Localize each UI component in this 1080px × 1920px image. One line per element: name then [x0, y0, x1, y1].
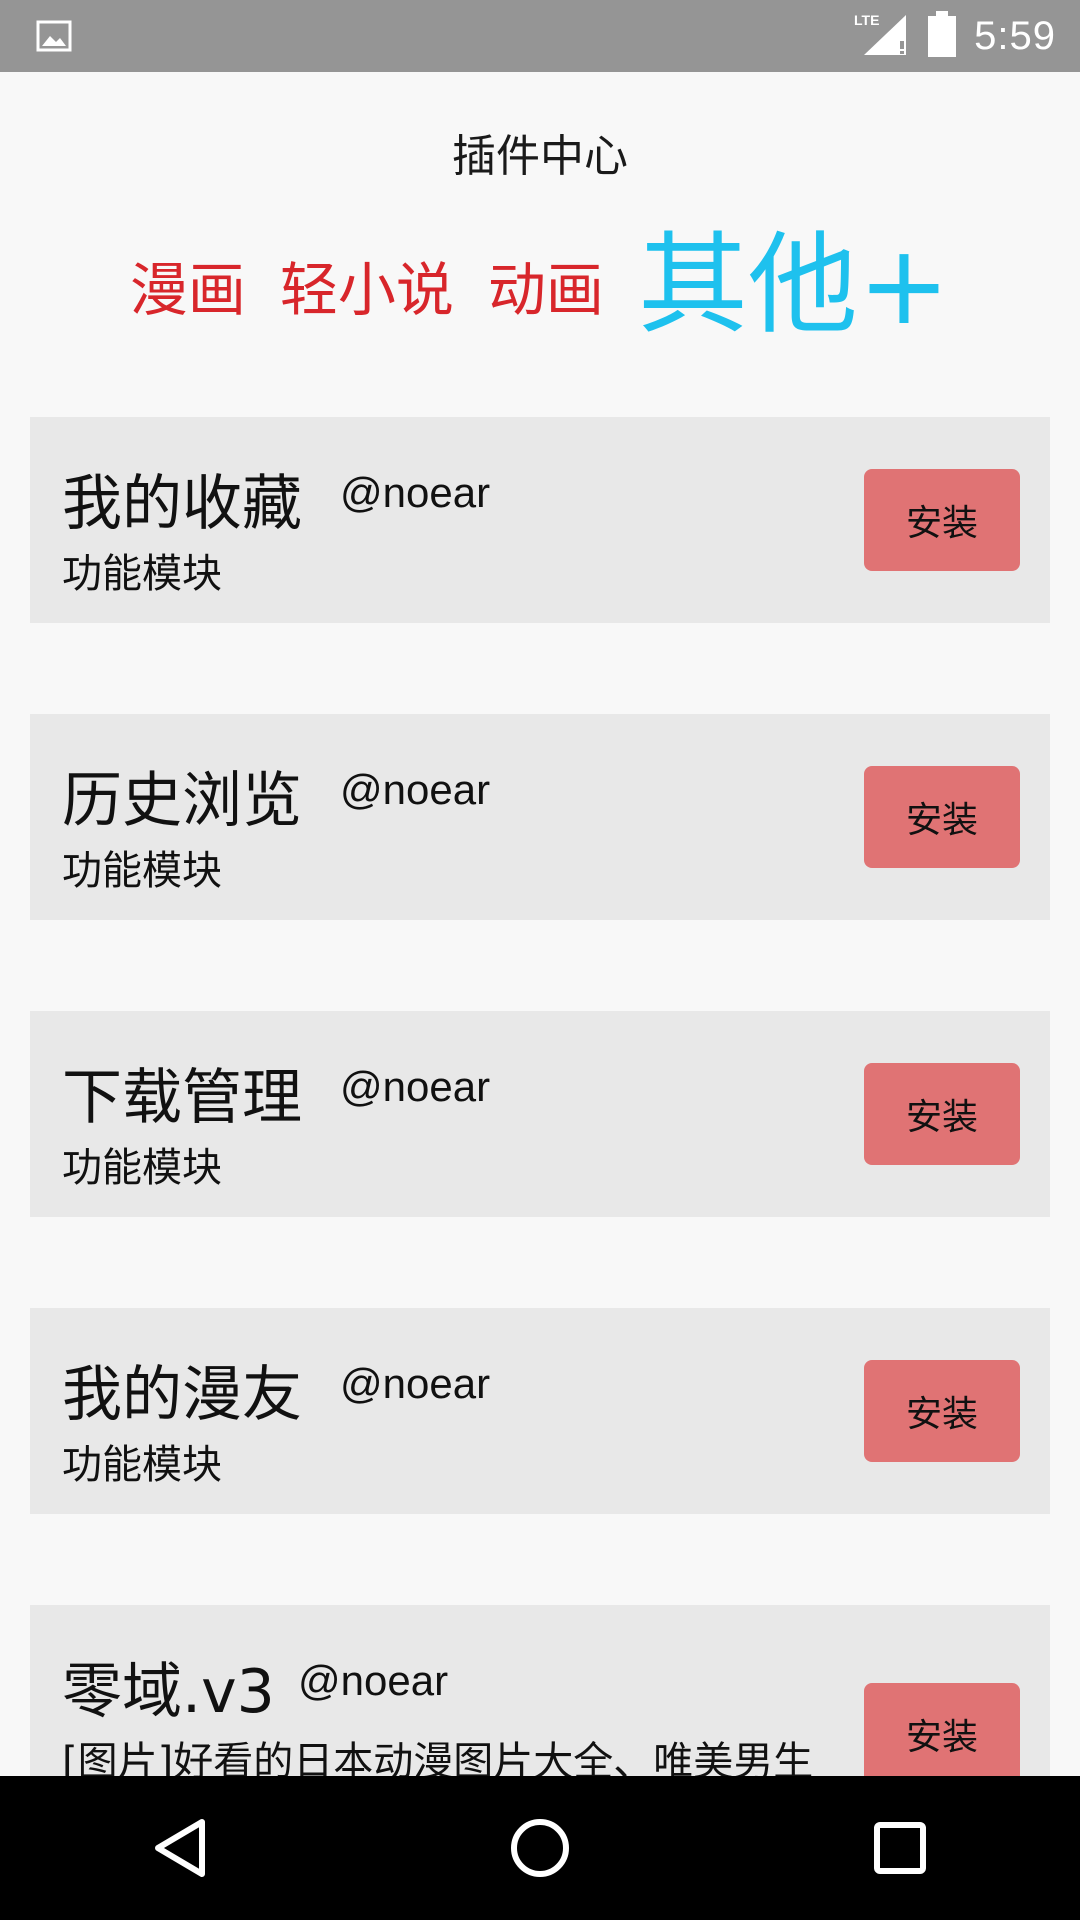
- status-bar: LTE 5:59: [0, 0, 1080, 72]
- install-button[interactable]: 安装: [864, 766, 1020, 868]
- status-time: 5:59: [974, 13, 1056, 58]
- tab-anime[interactable]: 动画: [488, 243, 604, 327]
- category-tabs: 漫画 轻小说 动画 其他+: [0, 220, 1080, 350]
- page-title: 插件中心: [452, 131, 628, 182]
- tab-other[interactable]: 其他+: [638, 230, 950, 340]
- plugin-author: @noear: [298, 1657, 449, 1704]
- battery-icon: [928, 11, 957, 61]
- plugin-name: 历史浏览: [62, 766, 302, 836]
- list-item: 历史浏览 @noear 功能模块 安装: [30, 714, 1050, 920]
- back-icon[interactable]: [120, 1788, 240, 1908]
- status-icons: LTE 5:59: [854, 0, 1056, 72]
- plugin-author: @noear: [340, 469, 491, 516]
- list-item: 我的漫友 @noear 功能模块 安装: [30, 1308, 1050, 1514]
- plugin-description: 功能模块: [62, 1442, 222, 1488]
- tab-comics[interactable]: 漫画: [130, 243, 246, 327]
- install-button[interactable]: 安装: [864, 469, 1020, 571]
- plugin-name: 我的收藏: [62, 469, 302, 539]
- lte-signal-icon: LTE: [854, 11, 910, 61]
- plugin-description: 功能模块: [62, 848, 222, 894]
- svg-text:LTE: LTE: [854, 12, 879, 28]
- image-icon: [36, 18, 72, 54]
- home-icon[interactable]: [480, 1788, 600, 1908]
- plugin-description: 功能模块: [62, 551, 222, 597]
- plugin-author: @noear: [340, 766, 491, 813]
- list-item: 下载管理 @noear 功能模块 安装: [30, 1011, 1050, 1217]
- tab-light-novels[interactable]: 轻小说: [280, 243, 454, 327]
- plugin-author: @noear: [340, 1360, 491, 1407]
- screen: LTE 5:59 插件中心 漫画 轻小说 动画 其他+ 我的收藏 @noear …: [0, 0, 1080, 1920]
- recents-icon[interactable]: [840, 1788, 960, 1908]
- list-item: 我的收藏 @noear 功能模块 安装: [30, 417, 1050, 623]
- plugin-description: 功能模块: [62, 1145, 222, 1191]
- plugin-list: 我的收藏 @noear 功能模块 安装 历史浏览 @noear 功能模块 安装 …: [30, 417, 1050, 1902]
- plugin-name: 我的漫友: [62, 1360, 302, 1430]
- plugin-name: 零域.v3: [62, 1657, 275, 1727]
- install-button[interactable]: 安装: [864, 1683, 1020, 1785]
- install-button[interactable]: 安装: [864, 1063, 1020, 1165]
- install-button[interactable]: 安装: [864, 1360, 1020, 1462]
- plugin-author: @noear: [340, 1063, 491, 1110]
- navigation-bar: [0, 1776, 1080, 1920]
- plugin-name: 下载管理: [62, 1063, 302, 1133]
